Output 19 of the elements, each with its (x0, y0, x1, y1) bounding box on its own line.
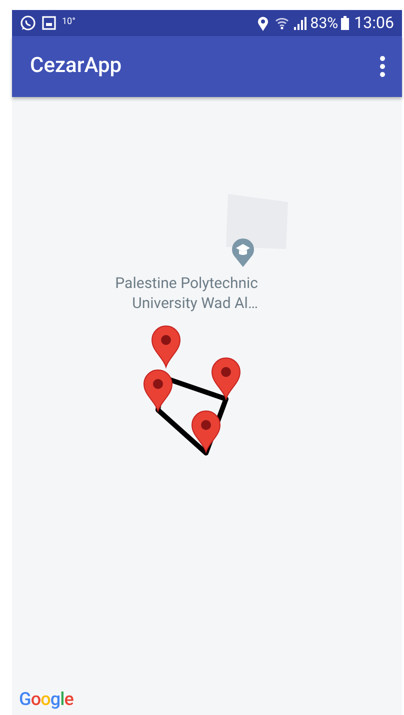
map-marker-icon[interactable] (152, 326, 180, 368)
battery-icon (341, 16, 350, 30)
battery-percent: 83% (310, 12, 338, 34)
clock-time: 13:06 (354, 12, 394, 34)
map-marker-icon[interactable] (144, 370, 172, 412)
map-marker-icon[interactable] (192, 410, 220, 452)
signal-icon (293, 16, 308, 30)
place-label: Palestine Polytechnic University Wad Al… (114, 273, 258, 313)
app-title: CezarApp (30, 52, 122, 80)
wifi-icon (275, 16, 290, 30)
chat-icon (20, 15, 36, 31)
image-icon (42, 16, 56, 30)
weather-text: 10° (62, 16, 76, 30)
map-marker-icon[interactable] (212, 358, 240, 400)
university-pin-icon[interactable] (232, 238, 254, 267)
map-view[interactable]: Palestine Polytechnic University Wad Al… Google (12, 97, 402, 715)
google-logo: Google (19, 688, 74, 712)
location-icon (257, 16, 270, 30)
building-shape (226, 194, 288, 249)
